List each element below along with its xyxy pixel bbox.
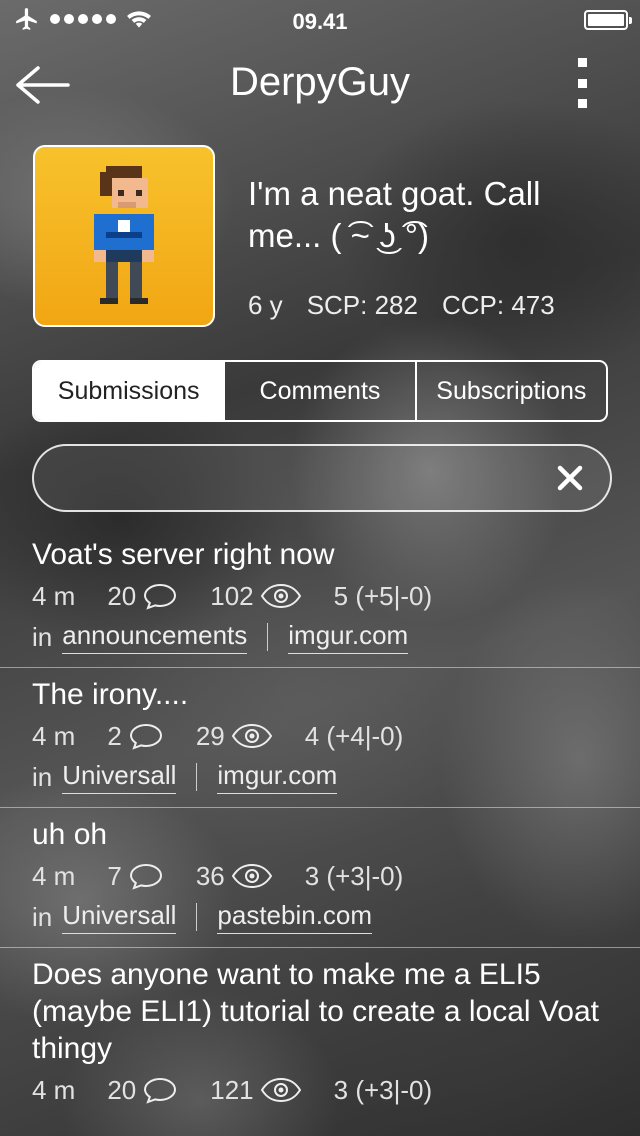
submission-age: 4 m xyxy=(32,1074,76,1105)
tab-submissions[interactable]: Submissions xyxy=(34,362,224,420)
page-title: DerpyGuy xyxy=(229,60,411,104)
comment-bubble-icon xyxy=(129,863,162,890)
profile-bio: I'm a neat goat. Call me... ( ͡~ ͜ʖ ͡°) xyxy=(248,175,541,254)
eye-icon xyxy=(231,723,272,749)
domain-link[interactable]: pastebin.com xyxy=(217,900,373,934)
subverse-link[interactable]: announcements xyxy=(62,620,248,654)
account-age: 6 y xyxy=(248,290,283,320)
divider xyxy=(196,763,198,791)
vote-score: 5 (+5|-0) xyxy=(333,580,433,611)
comment-count: 2 xyxy=(107,721,163,752)
in-label: in xyxy=(32,901,53,932)
comment-count: 7 xyxy=(107,861,163,892)
vote-score: 3 (+3|-0) xyxy=(304,860,404,891)
submission-title[interactable]: uh oh xyxy=(32,816,608,853)
profile-stats: 6 y SCP: 282 CCP: 473 xyxy=(248,290,555,321)
comment-bubble-icon xyxy=(144,583,177,610)
submission-source: in Universall imgur.com xyxy=(32,759,608,795)
list-item[interactable]: Does anyone want to make me a ELI5 (mayb… xyxy=(0,948,640,1119)
submission-age: 4 m xyxy=(32,860,76,891)
in-label: in xyxy=(32,761,53,792)
submission-meta: 4 m 20 102 5 (+5|-0) xyxy=(32,579,608,613)
subverse-link[interactable]: Universall xyxy=(62,900,177,934)
submission-age: 4 m xyxy=(32,580,76,611)
submission-meta: 4 m 7 36 3 (+3|-0) xyxy=(32,859,608,893)
list-item[interactable]: uh oh 4 m 7 36 3 (+3|-0) in Universall p… xyxy=(0,808,640,948)
in-label: in xyxy=(32,621,53,652)
nav-bar: DerpyGuy xyxy=(0,50,640,120)
view-count: 102 xyxy=(210,581,301,612)
comment-bubble-icon xyxy=(129,723,162,750)
list-item[interactable]: The irony.... 4 m 2 29 4 (+4|-0) in Univ… xyxy=(0,668,640,808)
tab-subscriptions[interactable]: Subscriptions xyxy=(414,362,606,420)
domain-link[interactable]: imgur.com xyxy=(288,620,409,654)
scp-points: SCP: 282 xyxy=(306,290,418,320)
ccp-points: CCP: 473 xyxy=(441,290,555,320)
submission-meta: 4 m 20 121 3 (+3|-0) xyxy=(32,1073,608,1107)
more-vertical-icon[interactable] xyxy=(572,58,592,108)
comment-count: 20 xyxy=(107,1075,178,1106)
clear-icon[interactable] xyxy=(554,462,586,494)
vote-score: 4 (+4|-0) xyxy=(304,720,404,751)
comment-bubble-icon xyxy=(144,1077,177,1104)
eye-icon xyxy=(231,863,272,889)
submission-title[interactable]: Voat's server right now xyxy=(32,536,608,573)
vote-score: 3 (+3|-0) xyxy=(333,1074,433,1105)
search-bar xyxy=(32,444,612,512)
submission-title[interactable]: Does anyone want to make me a ELI5 (mayb… xyxy=(32,956,608,1067)
eye-icon xyxy=(260,583,301,609)
view-count: 36 xyxy=(196,861,273,892)
view-count: 29 xyxy=(196,721,273,752)
segmented-tabs: Submissions Comments Subscriptions xyxy=(32,360,608,422)
divider xyxy=(267,623,269,651)
search-input[interactable] xyxy=(54,456,538,502)
status-time: 09.41 xyxy=(292,9,348,34)
view-count: 121 xyxy=(210,1075,301,1106)
eye-icon xyxy=(260,1077,301,1103)
avatar xyxy=(33,145,215,327)
status-bar: 09.41 xyxy=(0,0,640,40)
submission-age: 4 m xyxy=(32,720,76,751)
domain-link[interactable]: imgur.com xyxy=(217,760,338,794)
tab-comments[interactable]: Comments xyxy=(223,362,414,420)
list-item[interactable]: Voat's server right now 4 m 20 102 5 (+5… xyxy=(0,528,640,668)
submission-source: in Universall pastebin.com xyxy=(32,899,608,935)
submission-title[interactable]: The irony.... xyxy=(32,676,608,713)
submission-source: in announcements imgur.com xyxy=(32,619,608,655)
submission-meta: 4 m 2 29 4 (+4|-0) xyxy=(32,719,608,753)
subverse-link[interactable]: Universall xyxy=(62,760,177,794)
comment-count: 20 xyxy=(107,581,178,612)
pixel-character-image xyxy=(94,166,154,304)
submission-list: Voat's server right now 4 m 20 102 5 (+5… xyxy=(0,528,640,1119)
battery-icon xyxy=(584,10,632,30)
divider xyxy=(196,903,198,931)
